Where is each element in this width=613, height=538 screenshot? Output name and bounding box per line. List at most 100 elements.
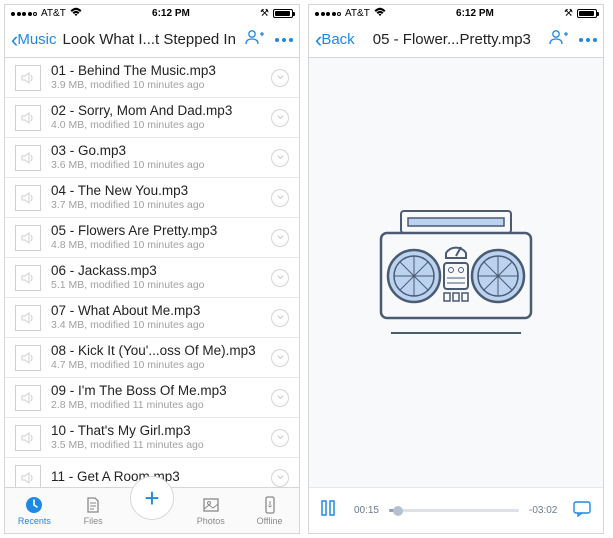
phone-right: AT&T 6:12 PM ⚒ ‹ Back 05 - Flower...Pret… xyxy=(308,4,604,534)
tab-label: Recents xyxy=(18,516,51,526)
tab-bar: Recents Files Photos Offline + xyxy=(5,487,299,533)
row-more-button[interactable] xyxy=(271,109,289,127)
row-more-button[interactable] xyxy=(271,69,289,87)
player-artwork xyxy=(309,58,603,487)
play-bar: 00:15 -03:02 xyxy=(309,487,603,533)
add-person-button[interactable] xyxy=(549,29,569,50)
track-row[interactable]: 04 - The New You.mp33.7 MB, modified 10 … xyxy=(5,178,299,218)
audio-icon xyxy=(15,385,41,411)
clock-icon xyxy=(24,495,44,515)
tab-recents[interactable]: Recents xyxy=(9,495,59,526)
phone-left: AT&T 6:12 PM ⚒ ‹ Music Look What I...t S… xyxy=(4,4,300,534)
row-more-button[interactable] xyxy=(271,349,289,367)
track-sub: 3.7 MB, modified 10 minutes ago xyxy=(51,199,261,212)
tab-files[interactable]: Files xyxy=(68,495,118,526)
clock-label: 6:12 PM xyxy=(152,8,190,19)
more-button[interactable] xyxy=(579,38,597,42)
audio-icon xyxy=(15,105,41,131)
back-label: Music xyxy=(17,31,56,48)
signal-dots-icon xyxy=(11,12,37,16)
back-button[interactable]: ‹ Back xyxy=(315,29,355,51)
tab-offline[interactable]: Offline xyxy=(245,495,295,526)
track-sub: 5.1 MB, modified 10 minutes ago xyxy=(51,279,261,292)
row-more-button[interactable] xyxy=(271,309,289,327)
row-more-button[interactable] xyxy=(271,389,289,407)
track-name: 01 - Behind The Music.mp3 xyxy=(51,63,261,79)
status-bar: AT&T 6:12 PM ⚒ xyxy=(309,5,603,22)
add-button[interactable]: + xyxy=(130,476,174,520)
track-name: 07 - What About Me.mp3 xyxy=(51,303,261,319)
nav-bar: ‹ Music Look What I...t Stepped In xyxy=(5,22,299,58)
row-more-button[interactable] xyxy=(271,229,289,247)
seek-slider[interactable] xyxy=(389,509,519,512)
track-row[interactable]: 07 - What About Me.mp33.4 MB, modified 1… xyxy=(5,298,299,338)
nav-title: Look What I...t Stepped In xyxy=(61,31,242,48)
row-more-button[interactable] xyxy=(271,269,289,287)
track-sub: 3.5 MB, modified 11 minutes ago xyxy=(51,439,261,452)
row-more-button[interactable] xyxy=(271,189,289,207)
tab-label: Photos xyxy=(197,516,225,526)
track-name: 02 - Sorry, Mom And Dad.mp3 xyxy=(51,103,261,119)
bluetooth-icon: ⚒ xyxy=(260,8,269,19)
track-name: 03 - Go.mp3 xyxy=(51,143,261,159)
track-row[interactable]: 10 - That's My Girl.mp33.5 MB, modified … xyxy=(5,418,299,458)
pause-button[interactable] xyxy=(321,500,335,521)
audio-icon xyxy=(15,305,41,331)
boombox-icon xyxy=(356,193,556,353)
status-bar: AT&T 6:12 PM ⚒ xyxy=(5,5,299,22)
audio-icon xyxy=(15,145,41,171)
track-row[interactable]: 09 - I'm The Boss Of Me.mp32.8 MB, modif… xyxy=(5,378,299,418)
track-name: 06 - Jackass.mp3 xyxy=(51,263,261,279)
audio-icon xyxy=(15,265,41,291)
battery-icon xyxy=(273,9,293,18)
track-name: 08 - Kick It (You'...oss Of Me).mp3 xyxy=(51,343,261,359)
track-row[interactable]: 02 - Sorry, Mom And Dad.mp34.0 MB, modif… xyxy=(5,98,299,138)
track-row[interactable]: 08 - Kick It (You'...oss Of Me).mp34.7 M… xyxy=(5,338,299,378)
audio-icon xyxy=(15,465,41,488)
row-more-button[interactable] xyxy=(271,149,289,167)
comment-button[interactable] xyxy=(573,501,591,520)
carrier-label: AT&T xyxy=(345,8,370,19)
audio-icon xyxy=(15,345,41,371)
tab-label: Files xyxy=(84,516,103,526)
more-button[interactable] xyxy=(275,38,293,42)
track-name: 10 - That's My Girl.mp3 xyxy=(51,423,261,439)
row-more-button[interactable] xyxy=(271,469,289,487)
tab-label: Offline xyxy=(257,516,283,526)
tab-photos[interactable]: Photos xyxy=(186,495,236,526)
row-more-button[interactable] xyxy=(271,429,289,447)
offline-icon xyxy=(260,495,280,515)
track-sub: 4.7 MB, modified 10 minutes ago xyxy=(51,359,261,372)
track-sub: 3.4 MB, modified 10 minutes ago xyxy=(51,319,261,332)
audio-icon xyxy=(15,225,41,251)
files-icon xyxy=(83,495,103,515)
track-sub: 3.9 MB, modified 10 minutes ago xyxy=(51,79,261,92)
track-sub: 4.0 MB, modified 10 minutes ago xyxy=(51,119,261,132)
track-row[interactable]: 06 - Jackass.mp35.1 MB, modified 10 minu… xyxy=(5,258,299,298)
clock-label: 6:12 PM xyxy=(456,8,494,19)
wifi-icon xyxy=(70,7,82,20)
bluetooth-icon: ⚒ xyxy=(564,8,573,19)
carrier-label: AT&T xyxy=(41,8,66,19)
track-sub: 2.8 MB, modified 11 minutes ago xyxy=(51,399,261,412)
track-row[interactable]: 01 - Behind The Music.mp33.9 MB, modifie… xyxy=(5,58,299,98)
battery-icon xyxy=(577,9,597,18)
wifi-icon xyxy=(374,7,386,20)
audio-icon xyxy=(15,425,41,451)
nav-bar: ‹ Back 05 - Flower...Pretty.mp3 xyxy=(309,22,603,58)
signal-dots-icon xyxy=(315,12,341,16)
track-list: 01 - Behind The Music.mp33.9 MB, modifie… xyxy=(5,58,299,487)
photos-icon xyxy=(201,495,221,515)
back-button[interactable]: ‹ Music xyxy=(11,29,57,51)
track-name: 09 - I'm The Boss Of Me.mp3 xyxy=(51,383,261,399)
add-person-button[interactable] xyxy=(245,29,265,50)
audio-icon xyxy=(15,185,41,211)
track-name: 05 - Flowers Are Pretty.mp3 xyxy=(51,223,261,239)
track-sub: 3.6 MB, modified 10 minutes ago xyxy=(51,159,261,172)
elapsed-time: 00:15 xyxy=(345,505,379,516)
remaining-time: -03:02 xyxy=(529,505,563,516)
track-row[interactable]: 05 - Flowers Are Pretty.mp34.8 MB, modif… xyxy=(5,218,299,258)
track-row[interactable]: 03 - Go.mp33.6 MB, modified 10 minutes a… xyxy=(5,138,299,178)
track-name: 04 - The New You.mp3 xyxy=(51,183,261,199)
back-label: Back xyxy=(321,31,354,48)
